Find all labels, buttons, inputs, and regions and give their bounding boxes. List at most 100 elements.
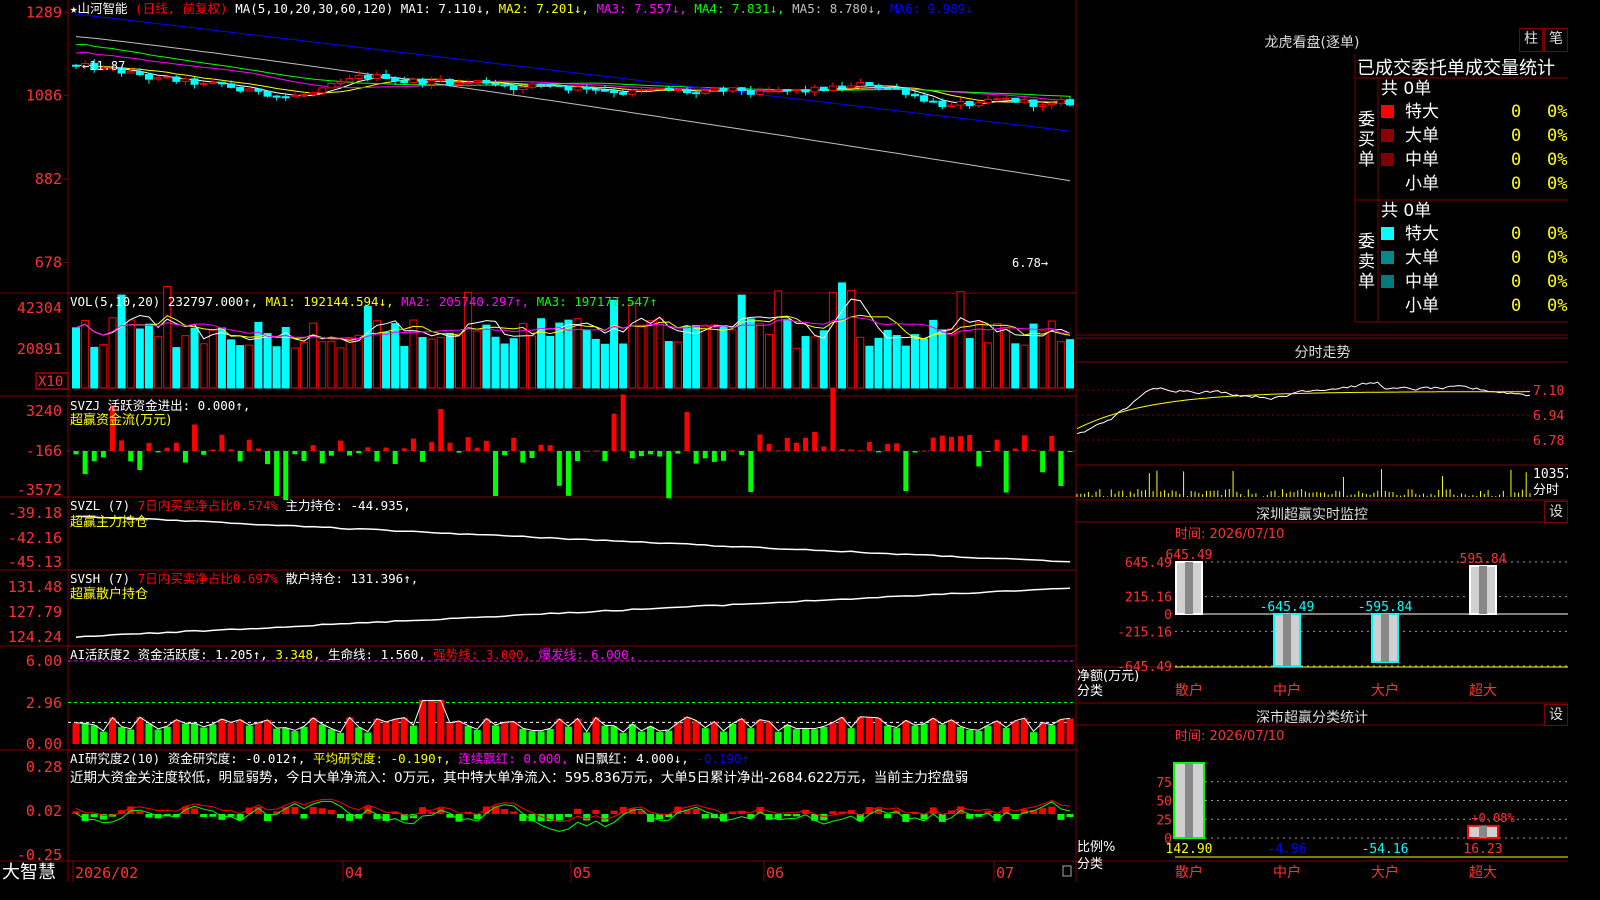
ai-active-bar [729,723,737,744]
sz-monitor-category: 散户 [1175,682,1203,699]
svzj-bar [1012,448,1018,451]
ai-active-bar [1030,732,1038,744]
svzj-bar [894,443,900,451]
intraday-vol-unit: 分时 [1533,483,1559,498]
ai-active-bar [710,721,718,744]
candle-body [728,87,737,92]
vol-bar [455,333,464,389]
vol-bar [372,320,381,389]
ai-research-bar [701,814,709,819]
candle-body [245,88,254,92]
buy-color-swatch [1381,177,1394,190]
vol-bar [363,305,372,389]
svzj-bar [447,442,453,451]
svzj-bar [547,445,553,451]
ai-active-bar [391,719,399,744]
candle-body [318,87,327,94]
ai-active-bar [637,731,645,744]
ai-active-bar [127,729,135,744]
sz-class-settings-button[interactable]: 设 [1544,704,1568,726]
ai-research-bar [592,809,600,814]
svzj-axis-label: -3572 [17,481,62,499]
buy-row-pct: 0% [1547,102,1568,122]
ai-active-bar [902,720,910,744]
ai-active-bar [838,717,846,744]
vol-bar [655,318,664,389]
svzj-bar [857,450,863,452]
buy-row-pct: 0% [1547,174,1568,194]
candle-body [701,90,710,94]
svzj-bar [666,451,672,499]
ai-active-bar [163,726,171,744]
ai-research-bar [610,810,618,814]
vol-bar [418,337,427,389]
candle-body [765,90,774,93]
intraday-axis-label: 6.78 [1533,434,1564,449]
intraday-axis-label: 6.94 [1533,409,1564,424]
candle-body [482,79,491,84]
ai-research-bar [145,814,153,818]
svzj-bar [328,451,334,456]
svzj-bar [1031,449,1037,451]
vol-bar [236,345,245,389]
candle-body [217,81,226,85]
vol-bar [710,324,719,389]
sz-monitor-bar-shade [1283,614,1291,666]
lock-icon [1062,865,1072,877]
ai-active-bar [273,728,281,744]
ai-active-bar [327,729,335,744]
ai-active-header-part-1: 3.348, [268,647,321,662]
sz-monitor-value-label: -595.84 [1358,600,1413,615]
svzj-axis-label: 3240 [26,402,62,420]
ai-active-bar [519,728,527,744]
ai-research-note: 近期大资金关注度较低，明显弱势，今日大单净流入：0万元，其中特大单净流入：595… [70,769,968,786]
candle-body [628,89,637,95]
candle-body [445,78,454,85]
svzj-bar [91,451,97,462]
sz-monitor-axis-label: 0 [1164,608,1172,623]
candle-body [1038,104,1047,107]
ai-active-bar [355,727,363,744]
svzj-bar [538,444,544,451]
svzj-bar [638,451,644,457]
vol-bar [117,294,126,389]
vol-bar [929,319,938,389]
ai-active-bar [245,725,253,744]
vol-bar [956,291,965,389]
svzl-header: SVZL (7) 7日内买卖净占比0.574% 主力持仓: -44.935, [70,498,411,513]
vol-bar [190,327,199,389]
candle-body [993,98,1002,101]
svzj-bar [757,434,763,451]
vol-header: VOL(5,10,20) 232797.000↑, MA1: 192144.59… [70,294,657,309]
vol-bar [199,343,208,389]
ai-active-bar [145,723,153,744]
ai-active-bar [409,725,417,744]
bar-mode-button[interactable]: 柱 [1519,28,1543,52]
vol-bar [500,343,509,389]
svzj-bar [575,451,581,462]
candle-body [646,88,655,91]
vol-bar [856,336,865,389]
ai-research-bar [884,814,892,819]
svzj-bar [967,434,973,451]
ai-active-bar [181,723,189,744]
intraday-vol-max: 10357 [1533,467,1568,482]
buy-row-count: 0 [1511,102,1522,122]
candle-body [500,84,509,87]
buy-total-label: 共 0单 [1381,79,1432,99]
vol-header-part-3: MA3: 197177.547↑ [529,294,657,309]
sz-monitor-settings-button[interactable]: 设 [1544,501,1568,523]
ma-header-part-3: MA1: 7.110↓, [393,1,491,16]
tick-mode-button[interactable]: 笔 [1544,28,1568,52]
candle-body [920,95,929,102]
svzj-bar [684,411,690,451]
svzj-bar [793,442,799,451]
ai-active-bar [774,731,782,744]
ai-active-header-part-0: AI活跃度2 资金活跃度: 1.205↑, [70,647,268,662]
ai-active-bar [491,725,499,744]
sz-class-bar-shade [1185,763,1193,838]
ai-active-bar [847,728,855,744]
ai-active-axis-label: 2.96 [26,694,62,712]
svzj-bar [192,424,198,451]
candle-body [464,81,473,84]
